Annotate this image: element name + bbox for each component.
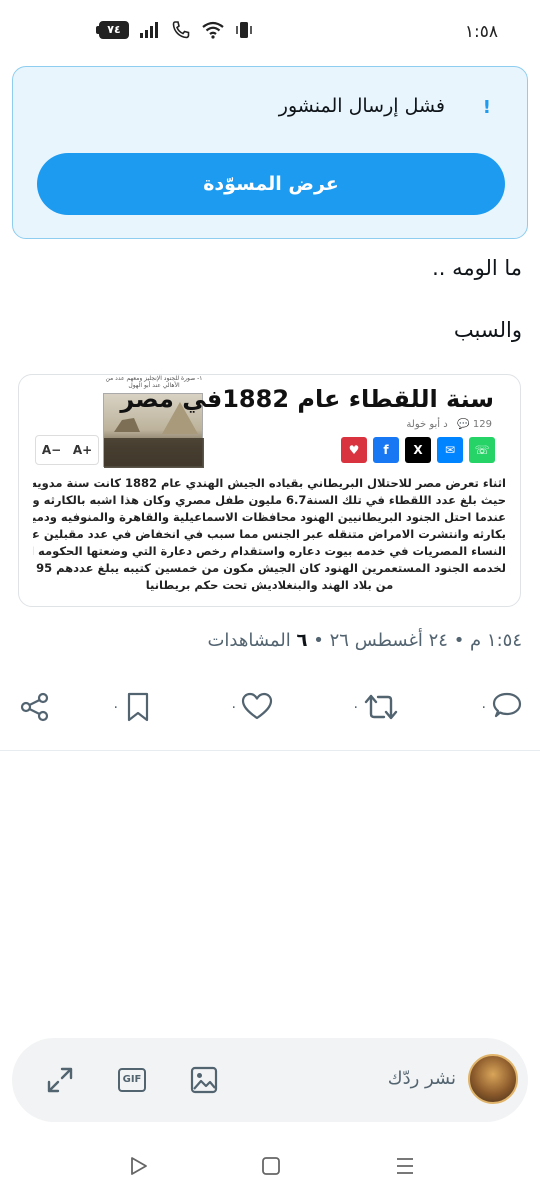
reply-composer[interactable]: نشر ردّك GIF (12, 1038, 528, 1122)
alert-icon: ! (482, 97, 491, 118)
font-decrease-label: A− (41, 443, 62, 457)
call-icon (172, 21, 190, 39)
view-count: ٦ (296, 630, 308, 651)
menu-lines-icon (397, 1158, 413, 1174)
bookmark-count: ٠ (112, 699, 120, 715)
reply-button[interactable]: ٠ (480, 690, 524, 724)
status-bar: ٧٤ ١:٥٨ (0, 0, 540, 66)
gif-button[interactable]: GIF (116, 1064, 148, 1096)
article-title: سنة اللقطاء عام 1882في مصر (120, 385, 494, 413)
expand-icon (47, 1067, 73, 1093)
share-buttons: ♥ f X ✉ ☏ (341, 437, 495, 463)
x-logo-icon: X (405, 437, 431, 463)
retweet-count: ٠ (352, 699, 360, 715)
messenger-icon: ✉ (437, 437, 463, 463)
article-body: اثناء تعرض مصر للاحتلال البريطاني بقياده… (33, 475, 506, 594)
meta-separator: • (453, 630, 465, 651)
home-square-icon (262, 1157, 280, 1175)
attached-image[interactable]: ١- صورة للجنود الإنجليز ومعهم عدد من الأ… (18, 374, 521, 607)
tweet-time: ١:٥٤ م (470, 630, 522, 651)
article-author: 129 💬 د أبو خولة (406, 419, 492, 430)
article-line: اثناء تعرض مصر للاحتلال البريطاني بقياده… (33, 476, 506, 490)
heart-icon: ♥ (341, 437, 367, 463)
reply-icon (492, 692, 521, 718)
retweet-icon (364, 694, 397, 720)
article-line: لخدمه الجنود المستعمرين الهنود كان الجيش… (33, 561, 506, 575)
signal-icon (140, 22, 158, 38)
views-label: المشاهدات (207, 630, 291, 651)
battery-level: ٧٤ (99, 21, 129, 39)
article-line: من بلاد الهند والبنغلاديش تحت حكم بريطان… (145, 578, 394, 592)
retweet-button[interactable]: ٠ (352, 690, 400, 724)
article-line: عندما احتل الجنود البريطانيين الهنود محا… (33, 510, 506, 524)
image-icon (190, 1066, 218, 1094)
system-nav-bar (0, 1140, 540, 1200)
home-button[interactable] (260, 1154, 282, 1182)
bookmark-button[interactable]: ٠ (112, 690, 154, 724)
image-picker-button[interactable] (188, 1064, 220, 1096)
status-icons: ٧٤ (96, 20, 253, 40)
post-failed-banner: ! فشل إرسال المنشور عرض المسوّدة (12, 66, 528, 239)
share-icon (20, 692, 49, 722)
facebook-icon: f (373, 437, 399, 463)
reply-count: ٠ (480, 699, 488, 715)
tweet-action-bar: ٠ ٠ ٠ ٠ (18, 690, 522, 730)
comment-count: 129 (472, 419, 492, 430)
tweet-meta: ١:٥٤ م • ٢٤ أغسطس ٢٦ • ٦ المشاهدات (207, 630, 522, 651)
font-size-control: A− A+ (35, 435, 99, 465)
share-button[interactable] (18, 690, 52, 724)
expand-composer-button[interactable] (44, 1064, 76, 1096)
reply-input[interactable]: نشر ردّك (388, 1068, 456, 1089)
bookmark-icon (127, 692, 148, 722)
article-line: بكارثه وانتشرت الامراض متنقله عبر الجنس … (33, 527, 506, 541)
vibrate-icon (236, 22, 252, 38)
gif-icon: GIF (118, 1068, 146, 1092)
avatar (468, 1054, 518, 1104)
comment-icon: 💬 (457, 419, 470, 430)
like-button[interactable]: ٠ (230, 690, 274, 724)
tweet-text-line-1: ما الومه .. (432, 256, 522, 280)
tweet-text-line-2: والسبب (453, 318, 522, 342)
recents-button[interactable] (394, 1154, 416, 1182)
back-button[interactable] (128, 1154, 150, 1182)
wifi-icon (202, 21, 224, 39)
meta-separator: • (313, 630, 324, 651)
view-draft-button[interactable]: عرض المسوّدة (37, 153, 505, 215)
author-name: د أبو خولة (406, 419, 448, 430)
font-increase-label: A+ (72, 443, 93, 457)
back-triangle-icon (131, 1157, 147, 1175)
divider (0, 750, 540, 751)
status-time: ١:٥٨ (464, 22, 498, 42)
post-failed-message: فشل إرسال المنشور (278, 95, 445, 117)
heart-outline-icon (241, 692, 272, 720)
tweet-date: ٢٤ أغسطس ٢٦ (329, 630, 448, 651)
whatsapp-icon: ☏ (469, 437, 495, 463)
like-count: ٠ (230, 699, 238, 715)
article-line: حيث بلغ عدد اللقطاء في تلك السنة6.7 مليو… (33, 493, 506, 507)
article-line: النساء المصريات في خدمه بيوت دعاره واستق… (33, 544, 506, 558)
battery-icon: ٧٤ (96, 21, 129, 39)
